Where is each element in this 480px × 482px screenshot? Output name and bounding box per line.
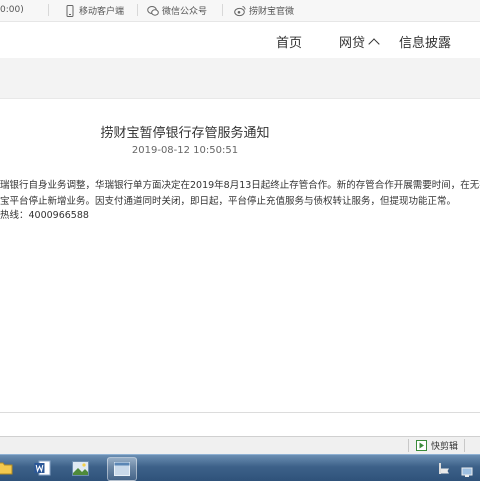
system-tray	[410, 455, 480, 481]
clipboard-tool[interactable]: 快剪辑	[416, 439, 458, 452]
wechat-icon	[147, 5, 159, 16]
nav-p2p-lending[interactable]: 网贷	[339, 32, 380, 51]
image-viewer-icon	[71, 460, 89, 476]
divider	[222, 4, 223, 16]
browser-status-bar: 快剪辑	[0, 436, 480, 454]
divider	[464, 439, 465, 452]
article-line-3: 热线：4000966588	[0, 210, 89, 221]
article-line-1: 瑞银行自身业务调整，华瑞银行单方面决定在2019年8月13日起终止存管合作。新的…	[0, 180, 480, 191]
divider	[137, 4, 138, 16]
clipboard-label: 快剪辑	[431, 442, 459, 452]
nav-p2p-label: 网贷	[339, 36, 366, 51]
taskbar-active-button[interactable]	[107, 457, 137, 481]
article-title: 捞财宝暂停银行存管服务通知	[100, 126, 270, 141]
article-date: 2019-08-12 10:50:51	[131, 145, 239, 156]
weibo-label: 捞财宝官微	[249, 7, 295, 17]
wechat-link[interactable]: 微信公众号	[147, 3, 207, 18]
main-nav: 首页 网贷 信息披露	[0, 22, 480, 58]
tray-network-icon[interactable]	[461, 463, 473, 477]
divider	[408, 439, 409, 452]
breadcrumb-band	[0, 58, 480, 99]
window-icon	[114, 462, 130, 476]
folder-icon	[0, 462, 13, 475]
article-line-2: 宝平台停止新增业务。因支付通道同时关闭，即日起，平台停止充值服务与债权转让服务，…	[0, 196, 457, 207]
taskbar-app-button[interactable]	[65, 457, 95, 479]
taskbar-folder-button[interactable]	[0, 457, 20, 479]
content-bottom-divider	[0, 412, 480, 413]
mobile-client-link[interactable]: 移动客户端	[64, 3, 124, 18]
windows-taskbar	[0, 454, 480, 481]
mobile-client-label: 移动客户端	[79, 7, 125, 17]
mobile-icon	[66, 4, 74, 17]
nav-disclosure[interactable]: 信息披露	[399, 32, 451, 51]
divider	[48, 4, 49, 16]
top-utility-bar: 0:00) 移动客户端 微信公众号 捞财宝官微	[0, 0, 480, 22]
weibo-icon	[234, 5, 246, 16]
topbar-fragment-text: 0:00)	[0, 5, 24, 15]
chevron-up-icon	[368, 38, 380, 50]
weibo-link[interactable]: 捞财宝官微	[234, 3, 294, 18]
word-icon	[34, 460, 50, 476]
clip-tool-icon	[416, 440, 427, 451]
tray-flag-icon[interactable]	[439, 462, 452, 474]
nav-home[interactable]: 首页	[276, 32, 302, 51]
wechat-label: 微信公众号	[162, 7, 208, 17]
taskbar-word-button[interactable]	[27, 457, 57, 479]
